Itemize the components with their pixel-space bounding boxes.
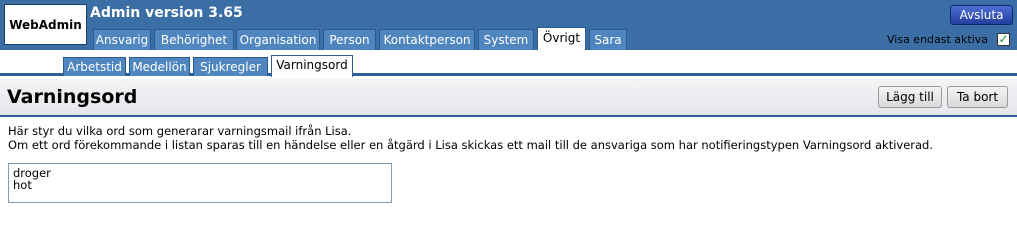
- tab-sara[interactable]: Sara: [589, 29, 627, 50]
- logout-button[interactable]: Avsluta: [950, 5, 1013, 25]
- webadmin-logo: WebAdmin: [4, 4, 87, 45]
- tab-ovrigt[interactable]: Övrigt: [537, 27, 586, 52]
- tab-organisation[interactable]: Organisation: [236, 29, 320, 50]
- tab-system[interactable]: System: [478, 29, 534, 50]
- subtab-varningsord[interactable]: Varningsord: [271, 55, 353, 77]
- description-line-2: Om ett ord förekommande i listan sparas …: [8, 138, 934, 152]
- description-line-1: Här styr du vilka ord som generarar varn…: [8, 124, 352, 138]
- subtab-arbetstid[interactable]: Arbetstid: [63, 57, 126, 76]
- active-only-label: Visa endast aktiva: [887, 33, 989, 46]
- page-title-bar: [0, 79, 1017, 117]
- checkmark-icon: ✓: [998, 32, 1009, 46]
- subtab-sjukregler[interactable]: Sjukregler: [193, 57, 268, 76]
- list-item[interactable]: hot: [13, 179, 387, 191]
- list-item[interactable]: droger: [13, 167, 387, 179]
- page-title: Varningsord: [7, 86, 138, 108]
- tab-person[interactable]: Person: [323, 29, 376, 50]
- add-button[interactable]: Lägg till: [878, 86, 942, 108]
- tab-ansvarig[interactable]: Ansvarig: [93, 29, 151, 50]
- remove-button[interactable]: Ta bort: [947, 86, 1008, 108]
- warning-words-list[interactable]: droger hot: [8, 163, 392, 203]
- app-title: Admin version 3.65: [90, 5, 243, 21]
- subtab-medellon[interactable]: Medellön: [129, 57, 190, 76]
- active-only-checkbox[interactable]: ✓: [997, 33, 1010, 46]
- tab-behorighet[interactable]: Behörighet: [154, 29, 234, 50]
- tab-kontaktperson[interactable]: Kontaktperson: [379, 29, 475, 50]
